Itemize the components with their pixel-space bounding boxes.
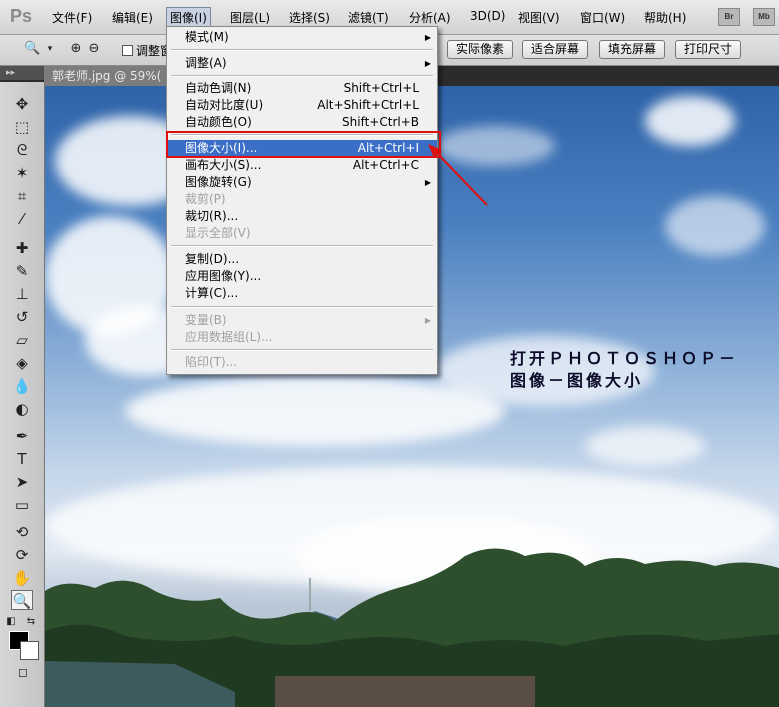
bridge-button[interactable]: Br	[718, 8, 740, 26]
menu-analysis[interactable]: 分析(A)	[409, 9, 451, 26]
marquee-tool-icon[interactable]: ⬚	[11, 117, 33, 137]
zoom-tool-icon[interactable]: 🔍	[24, 41, 40, 57]
panel-collapse-strip[interactable]: ▸▸	[0, 66, 44, 80]
dodge-tool-icon[interactable]: ◐	[11, 399, 33, 419]
menu-item-calculations[interactable]: 计算(C)...	[167, 285, 437, 302]
menu-filter[interactable]: 滤镜(T)	[348, 9, 389, 26]
actual-pixels-button[interactable]: 实际像素	[447, 40, 514, 59]
shape-tool-icon[interactable]: ▭	[11, 495, 33, 515]
zoom-tool-icon[interactable]: 🔍	[11, 590, 33, 610]
menu-item-reveal-all[interactable]: 显示全部(V)	[167, 225, 437, 242]
menu-help[interactable]: 帮助(H)	[644, 9, 686, 26]
menu-item-auto-contrast[interactable]: 自动对比度(U) Alt+Shift+Ctrl+L	[167, 97, 437, 114]
menu-layer[interactable]: 图层(L)	[230, 9, 270, 26]
default-colors-icon[interactable]: ◧	[4, 612, 18, 632]
menu-window[interactable]: 窗口(W)	[580, 9, 625, 26]
menu-item-adjustments[interactable]: 调整(A) ▶	[167, 55, 437, 72]
menu-file[interactable]: 文件(F)	[52, 9, 92, 26]
swap-colors-icon[interactable]: ⇆	[24, 612, 38, 632]
document-tab[interactable]: 郭老师.jpg @ 59%(	[44, 66, 174, 86]
tool-preset-dropdown-icon[interactable]: ▾	[42, 41, 58, 57]
fill-screen-button[interactable]: 填充屏幕	[599, 40, 666, 59]
lasso-tool-icon[interactable]: ᘓ	[11, 140, 33, 160]
background-color-swatch[interactable]	[20, 641, 39, 660]
menu-3d[interactable]: 3D(D)	[470, 9, 505, 23]
path-selection-tool-icon[interactable]: ➤	[11, 472, 33, 492]
clone-stamp-tool-icon[interactable]: ⊥	[11, 284, 33, 304]
type-tool-icon[interactable]: T	[11, 449, 33, 469]
quick-selection-tool-icon[interactable]: ✶	[11, 163, 33, 183]
annotation-highlight-box	[166, 131, 441, 158]
3d-orbit-tool-icon[interactable]: ⟳	[11, 545, 33, 565]
eyedropper-tool-icon[interactable]: ⁄	[11, 209, 33, 229]
menu-item-auto-tone[interactable]: 自动色调(N) Shift+Ctrl+L	[167, 80, 437, 97]
history-brush-tool-icon[interactable]: ↺	[11, 307, 33, 327]
fit-screen-button[interactable]: 适合屏幕	[522, 40, 589, 59]
resize-windows-checkbox[interactable]	[122, 45, 133, 56]
menu-view[interactable]: 视图(V)	[518, 9, 560, 26]
quick-mask-icon[interactable]: ◻	[12, 662, 34, 682]
menu-item-trap[interactable]: 陷印(T)...	[167, 354, 437, 371]
print-size-button[interactable]: 打印尺寸	[675, 40, 742, 59]
mini-bridge-button[interactable]: Mb	[753, 8, 775, 26]
eraser-tool-icon[interactable]: ▱	[11, 330, 33, 350]
paint-bucket-tool-icon[interactable]: ◈	[11, 353, 33, 373]
menu-item-crop[interactable]: 裁剪(P)	[167, 191, 437, 208]
tutorial-caption: 打开ＰＨＯＴＯＳＨＯＰ－图像－图像大小	[510, 349, 739, 390]
menu-edit[interactable]: 编辑(E)	[112, 9, 153, 26]
zoom-out-icon[interactable]: ⊖	[86, 41, 102, 57]
menu-item-duplicate[interactable]: 复制(D)...	[167, 251, 437, 268]
menu-item-image-rotation[interactable]: 图像旋转(G) ▶	[167, 174, 437, 191]
toolbox: ✥ ⬚ ᘓ ✶ ⌗ ⁄ ✚ ✎ ⊥ ↺ ▱ ◈ 💧 ◐ ✒ T ➤ ▭ ⟲ ⟳ …	[0, 82, 45, 707]
crop-tool-icon[interactable]: ⌗	[11, 186, 33, 206]
pen-tool-icon[interactable]: ✒	[11, 426, 33, 446]
blur-tool-icon[interactable]: 💧	[11, 376, 33, 396]
healing-brush-tool-icon[interactable]: ✚	[11, 238, 33, 258]
menu-item-variables[interactable]: 变量(B) ▶	[167, 312, 437, 329]
menu-image[interactable]: 图像(I)	[166, 7, 211, 28]
menu-item-auto-color[interactable]: 自动颜色(O) Shift+Ctrl+B	[167, 114, 437, 131]
menu-item-mode[interactable]: 模式(M) ▶	[167, 29, 437, 46]
menu-item-apply-image[interactable]: 应用图像(Y)...	[167, 268, 437, 285]
image-menu-dropdown: 模式(M) ▶ 调整(A) ▶ 自动色调(N) Shift+Ctrl+L 自动对比度(…	[166, 26, 438, 375]
menu-item-apply-data-set[interactable]: 应用数据组(L)...	[167, 329, 437, 346]
brush-tool-icon[interactable]: ✎	[11, 261, 33, 281]
menu-item-trim[interactable]: 裁切(R)...	[167, 208, 437, 225]
menu-select[interactable]: 选择(S)	[289, 9, 330, 26]
hand-tool-icon[interactable]: ✋	[11, 568, 33, 588]
move-tool-icon[interactable]: ✥	[11, 94, 33, 114]
photoshop-logo: Ps	[10, 6, 33, 26]
3d-rotate-tool-icon[interactable]: ⟲	[11, 522, 33, 542]
menu-item-canvas-size[interactable]: 画布大小(S)... Alt+Ctrl+C	[167, 157, 437, 174]
zoom-in-icon[interactable]: ⊕	[68, 41, 84, 57]
